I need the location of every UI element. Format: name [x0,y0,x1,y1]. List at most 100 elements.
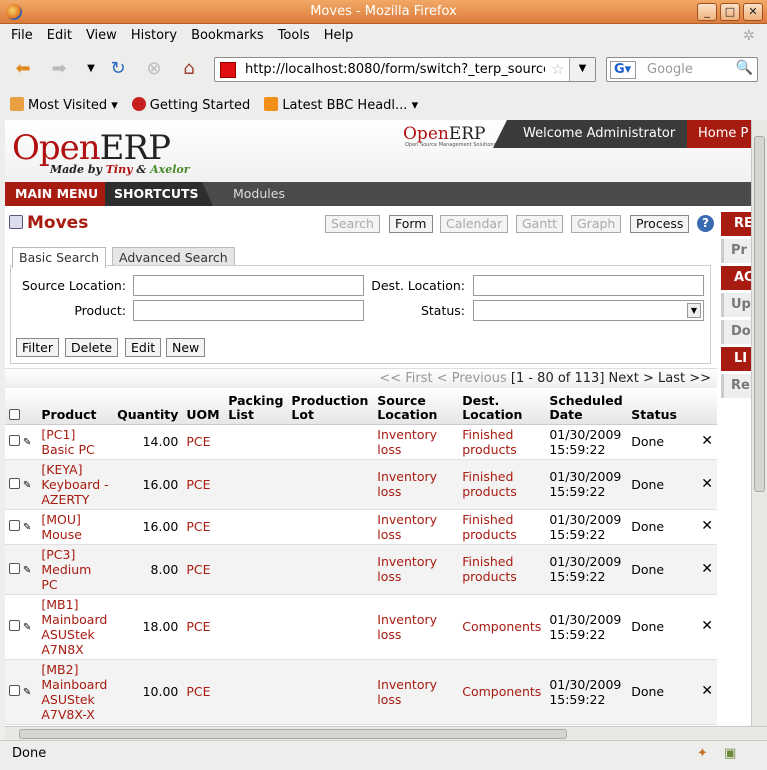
main-menu-link[interactable]: MAIN MENU [5,182,105,206]
delete-icon[interactable]: ✕ [697,594,717,660]
cell-source-location[interactable]: Inventory loss [373,459,459,510]
row-checkbox[interactable]: ✎ [5,544,38,595]
cell-product[interactable]: [PC1] Basic PC [37,424,114,460]
col-source-location[interactable]: Source Location [373,388,459,425]
menu-tools[interactable]: Tools [271,24,317,48]
new-button[interactable]: New [166,338,206,357]
horizontal-scrollbar[interactable] [5,726,767,740]
pager-next[interactable]: Next > Last >> [609,371,711,386]
cell-dest-location[interactable]: Finished products [458,509,546,545]
cell-product[interactable]: [KEYA] Keyboard - AZERTY [37,459,114,510]
home-link[interactable]: Home P [687,120,751,148]
cell-uom[interactable]: PCE [182,594,225,660]
delete-icon[interactable]: ✕ [697,509,717,545]
table-row[interactable]: ✎ [PC1] Basic PC 14.00 PCE Inventory los… [5,424,717,460]
status-select[interactable]: ▼ [473,300,704,321]
col-packing-list[interactable]: Packing List [224,388,288,425]
chevron-down-icon[interactable]: ▼ [687,303,701,318]
url-text[interactable]: http://localhost:8080/form/switch?_terp_… [245,62,545,77]
dest-location-input[interactable] [473,275,704,296]
table-row[interactable]: ✎ [PC3] Medium PC 8.00 PCE Inventory los… [5,544,717,595]
cell-dest-location[interactable]: Finished products [458,544,546,595]
view-form-button[interactable]: Form [389,215,433,233]
cell-uom[interactable]: PCE [182,509,225,545]
delete-icon[interactable]: ✕ [697,544,717,595]
cell-source-location[interactable]: Inventory loss [373,509,459,545]
pencil-icon[interactable]: ✎ [23,437,31,448]
edit-button[interactable]: Edit [125,338,162,357]
cell-product[interactable]: [MB1] Mainboard ASUStek A7N8X [37,594,114,660]
select-all-checkbox[interactable] [5,388,38,425]
table-row[interactable]: ✎ [MB2] Mainboard ASUStek A7V8X-X 10.00 … [5,659,717,725]
col-quantity[interactable]: Quantity [113,388,183,425]
minimize-button[interactable]: _ [697,3,717,21]
filter-button[interactable]: Filter [16,338,59,357]
forward-icon[interactable]: ➡ [48,58,70,80]
cell-source-location[interactable]: Inventory loss [373,594,459,660]
cell-source-location[interactable]: Inventory loss [373,659,459,725]
source-location-input[interactable] [133,275,364,296]
status-lock-icon[interactable]: ▣ [724,741,736,767]
scroll-thumb[interactable] [19,729,567,739]
modules-link[interactable]: Modules [233,182,285,206]
cell-dest-location[interactable]: Finished products [458,424,546,460]
col-dest-location[interactable]: Dest. Location [458,388,546,425]
cell-dest-location[interactable]: Components [458,659,546,725]
cell-product[interactable]: [MOU] Mouse [37,509,114,545]
cell-product[interactable]: [MB2] Mainboard ASUStek A7V8X-X [37,659,114,725]
help-icon[interactable]: ? [697,215,714,232]
bookmark-getting-started[interactable]: Getting Started [131,97,250,113]
col-status[interactable]: Status [627,388,698,425]
cell-dest-location[interactable]: Finished products [458,459,546,510]
row-checkbox[interactable]: ✎ [5,459,38,510]
bookmark-star-icon[interactable]: ☆ [551,60,564,78]
pager-previous[interactable]: << First < Previous [379,371,506,386]
cell-dest-location[interactable]: Components [458,594,546,660]
col-uom[interactable]: UOM [182,388,225,425]
sidebar-item[interactable]: Re [721,374,751,398]
table-row[interactable]: ✎ [MOU] Mouse 16.00 PCE Inventory loss F… [5,509,717,545]
view-process-button[interactable]: Process [630,215,690,233]
bookmark-most-visited[interactable]: Most Visited ▾ [10,97,118,113]
cell-uom[interactable]: PCE [182,424,225,460]
cell-uom[interactable]: PCE [182,459,225,510]
view-calendar-button[interactable]: Calendar [440,215,509,233]
bookmark-bbc[interactable]: Latest BBC Headl... ▾ [264,97,418,113]
search-placeholder[interactable]: Google [647,62,693,77]
maximize-button[interactable]: □ [720,3,740,21]
col-scheduled-date[interactable]: Scheduled Date [545,388,628,425]
row-checkbox[interactable]: ✎ [5,509,38,545]
stop-icon[interactable]: ⊗ [143,58,165,80]
cell-uom[interactable]: PCE [182,544,225,595]
menu-bookmarks[interactable]: Bookmarks [184,24,271,48]
sidebar-item[interactable]: Pr [721,239,751,263]
reload-icon[interactable]: ↻ [107,58,129,80]
col-production-lot[interactable]: Production Lot [287,388,374,425]
url-dropdown-icon[interactable]: ▼ [569,58,595,81]
col-product[interactable]: Product [37,388,114,425]
google-engine-icon[interactable]: G▾ [610,61,636,79]
search-icon[interactable]: 🔍 [736,60,753,76]
view-gantt-button[interactable]: Gantt [516,215,564,233]
menu-history[interactable]: History [124,24,184,48]
close-window-button[interactable]: ✕ [743,3,763,21]
menu-view[interactable]: View [79,24,124,48]
addon-icon[interactable]: ✦ [697,741,708,767]
pencil-icon[interactable]: ✎ [23,522,31,533]
view-search-button[interactable]: Search [325,215,380,233]
product-input[interactable] [133,300,364,321]
url-bar[interactable]: http://localhost:8080/form/switch?_terp_… [214,57,596,82]
home-icon[interactable]: ⌂ [178,58,200,80]
back-icon[interactable]: ⬅ [12,58,34,80]
tab-basic-search[interactable]: Basic Search [12,247,107,268]
cell-uom[interactable]: PCE [182,659,225,725]
sidebar-item[interactable]: Do [721,320,751,344]
menu-help[interactable]: Help [317,24,361,48]
pencil-icon[interactable]: ✎ [23,565,31,576]
pencil-icon[interactable]: ✎ [23,480,31,491]
openerp-logo[interactable]: OpenERP [12,128,171,168]
history-dropdown-icon[interactable]: ▼ [80,58,102,80]
pencil-icon[interactable]: ✎ [23,687,31,698]
sidebar-item[interactable]: Up [721,293,751,317]
row-checkbox[interactable]: ✎ [5,659,38,725]
